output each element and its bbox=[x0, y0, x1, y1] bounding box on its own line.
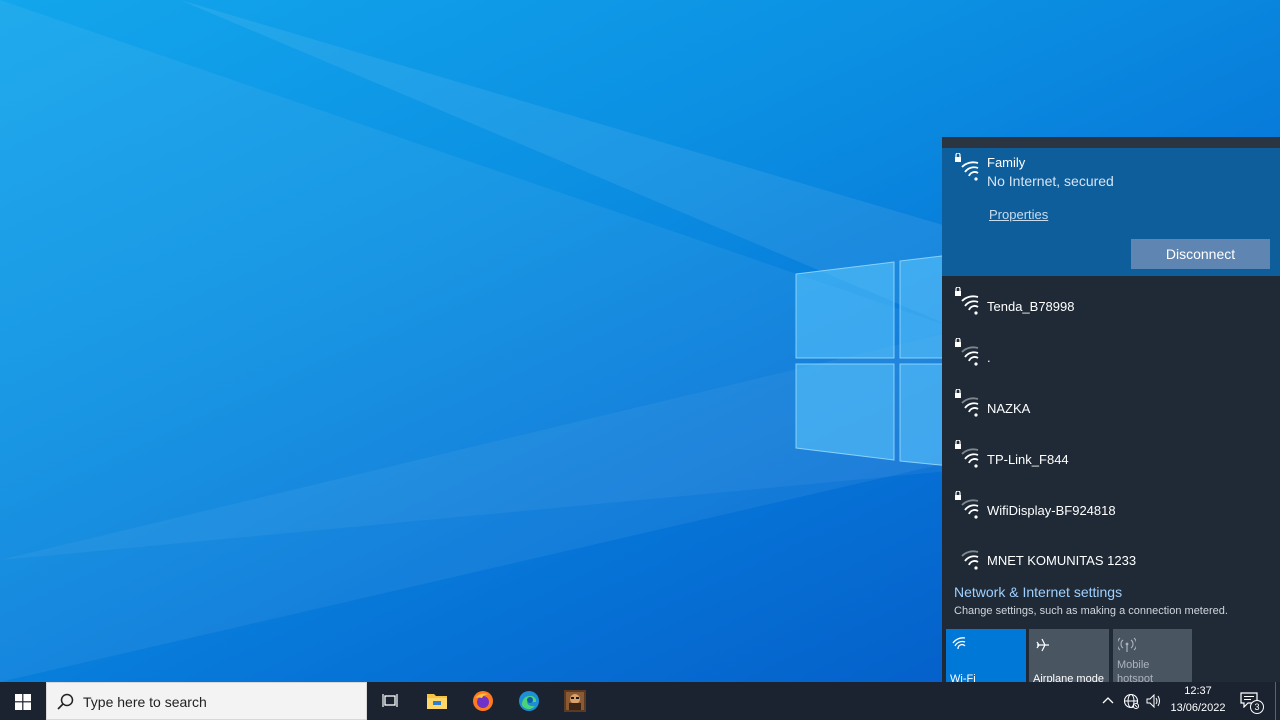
network-name: TP-Link_F844 bbox=[987, 452, 1069, 467]
network-item[interactable]: NAZKA bbox=[942, 385, 1280, 435]
firefox-button[interactable] bbox=[460, 682, 506, 720]
firefox-icon bbox=[473, 691, 493, 711]
windows-logo-wallpaper bbox=[795, 254, 950, 467]
network-item[interactable]: TP-Link_F844 bbox=[942, 436, 1280, 486]
chevron-up-icon bbox=[1102, 697, 1114, 704]
airplane-icon bbox=[1036, 638, 1049, 652]
connected-network[interactable]: Family No Internet, secured Properties D… bbox=[942, 148, 1280, 276]
airplane-mode-toggle[interactable]: Airplane mode bbox=[1029, 629, 1109, 689]
action-center-button[interactable]: 3 bbox=[1236, 682, 1272, 720]
network-name: WifiDisplay-BF924818 bbox=[987, 503, 1116, 518]
secured-wifi-icon bbox=[955, 389, 979, 417]
game-app-icon bbox=[564, 690, 586, 712]
game-app-button[interactable] bbox=[552, 682, 598, 720]
disconnect-button[interactable]: Disconnect bbox=[1131, 239, 1270, 269]
network-item[interactable]: WifiDisplay-BF924818 bbox=[942, 487, 1280, 537]
network-item[interactable]: Tenda_B78998 bbox=[942, 283, 1280, 333]
task-view-button[interactable] bbox=[367, 682, 413, 720]
secured-wifi-icon bbox=[955, 440, 979, 468]
network-name: Tenda_B78998 bbox=[987, 299, 1075, 314]
file-explorer-icon bbox=[427, 694, 447, 709]
network-settings-link[interactable]: Network & Internet settings bbox=[954, 584, 1122, 600]
volume-tray-button[interactable] bbox=[1143, 682, 1165, 720]
secured-wifi-icon bbox=[955, 338, 979, 366]
speaker-icon bbox=[1146, 694, 1160, 708]
mobile-hotspot-toggle[interactable]: Mobile hotspot bbox=[1113, 629, 1192, 689]
file-explorer-button[interactable] bbox=[414, 682, 460, 720]
network-item[interactable]: . bbox=[942, 334, 1280, 384]
open-wifi-icon bbox=[961, 550, 979, 570]
show-hidden-icons-button[interactable] bbox=[1098, 682, 1118, 720]
secured-wifi-icon bbox=[955, 491, 979, 519]
network-settings-description: Change settings, such as making a connec… bbox=[954, 605, 1228, 617]
connected-network-status: No Internet, secured bbox=[987, 173, 1114, 189]
show-desktop-button[interactable] bbox=[1275, 682, 1280, 720]
network-flyout: Family No Internet, secured Properties D… bbox=[942, 137, 1280, 689]
secured-wifi-icon bbox=[955, 153, 979, 181]
wifi-icon bbox=[952, 637, 966, 650]
globe-network-icon bbox=[1123, 693, 1139, 709]
properties-link[interactable]: Properties bbox=[989, 207, 1048, 222]
taskbar-search-box[interactable]: Type here to search bbox=[46, 682, 367, 720]
network-name: MNET KOMUNITAS 1233 bbox=[987, 553, 1137, 568]
wifi-toggle[interactable]: Wi-Fi bbox=[946, 629, 1026, 689]
taskbar: Type here to search 12:37 13/06/2022 3 bbox=[0, 682, 1280, 720]
hotspot-icon bbox=[1118, 637, 1136, 652]
start-button[interactable] bbox=[0, 682, 46, 720]
clock-time[interactable]: 12:37 bbox=[1172, 685, 1224, 697]
search-placeholder: Type here to search bbox=[83, 694, 207, 710]
network-tray-button[interactable] bbox=[1120, 682, 1142, 720]
clock-date[interactable]: 13/06/2022 bbox=[1168, 702, 1228, 714]
network-name: NAZKA bbox=[987, 401, 1031, 416]
connected-network-name: Family bbox=[987, 155, 1026, 170]
search-icon bbox=[57, 693, 74, 710]
notification-count-badge: 3 bbox=[1250, 700, 1264, 714]
windows-start-icon bbox=[15, 694, 31, 710]
network-item[interactable]: MNET KOMUNITAS 1233 bbox=[942, 538, 1280, 588]
task-view-icon bbox=[382, 694, 398, 707]
edge-button[interactable] bbox=[506, 682, 552, 720]
secured-wifi-icon bbox=[955, 287, 979, 315]
network-name: . bbox=[987, 350, 991, 365]
edge-icon bbox=[519, 691, 539, 711]
